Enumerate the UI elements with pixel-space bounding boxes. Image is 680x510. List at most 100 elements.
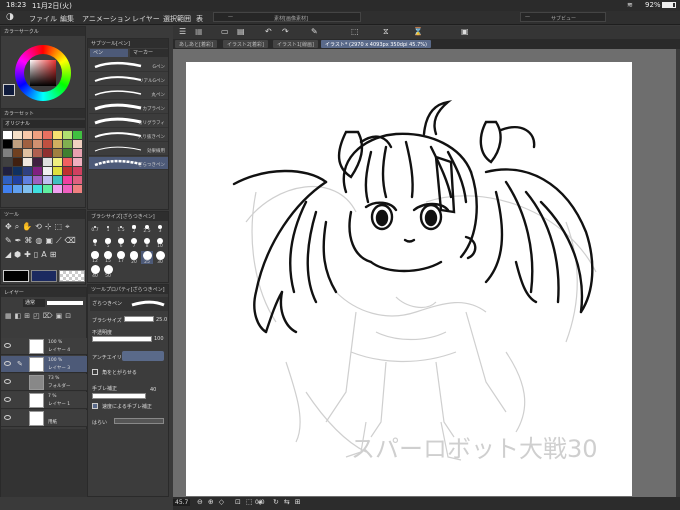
brush-size-option[interactable]: 12 xyxy=(89,251,101,264)
brush-size-option[interactable]: 25 xyxy=(141,251,153,265)
folder-icon[interactable]: ▣ xyxy=(461,27,469,36)
tool-icons-row-3[interactable]: ◢⬢✚▯A⊞ xyxy=(5,250,59,259)
eye-icon[interactable] xyxy=(4,361,11,366)
tool-icons-row-2[interactable]: ✎✒⌘◍▣⟋⌫ xyxy=(5,236,79,246)
tab-document-2[interactable]: イラスト2[着彩] xyxy=(223,40,268,48)
brush-item[interactable]: カリグラフィ xyxy=(89,115,168,128)
brush-size-option[interactable]: 0.7 xyxy=(89,223,101,236)
brush-size-option[interactable]: 6 xyxy=(115,237,127,250)
drawing-canvas[interactable]: スパーロボット大戦30 xyxy=(186,62,632,496)
brush-size-option[interactable]: 4 xyxy=(89,237,101,250)
opacity-slider[interactable] xyxy=(92,336,152,342)
menu-file[interactable]: ファイル xyxy=(29,14,57,24)
subtool-title: サブツール[ペン] xyxy=(88,39,168,48)
menu-selection[interactable]: 選択範囲 xyxy=(163,14,191,24)
color-set-dropdown[interactable]: オリジナル xyxy=(3,120,85,128)
select-icon[interactable]: ⬚ xyxy=(351,27,359,36)
rotate-controls[interactable]: ↻⇆⊞ xyxy=(273,498,306,506)
brush-item[interactable]: 入り抜きペン xyxy=(89,129,168,142)
brush-item[interactable]: リアルGペン xyxy=(89,73,168,86)
brush-item[interactable]: 丸ペン xyxy=(89,87,168,100)
eye-icon[interactable] xyxy=(4,415,11,420)
layer-panel: レイヤー 通常 ▦◧⊞◰⌦▣⊡ 100 % レイヤー 4 ✎ 100 % レイヤー 3… xyxy=(0,287,88,497)
brush-size-slider[interactable] xyxy=(124,316,154,322)
layer-folder[interactable]: 73 % フォルダー xyxy=(1,374,87,391)
brush-size-option[interactable]: 20 xyxy=(128,251,140,265)
tab-document-active[interactable]: イラスト* (2970 x 4093px 350dpi 45.7%) xyxy=(321,40,431,48)
tool-preview: ざらつきペン xyxy=(90,297,168,311)
brush-icon[interactable]: ✎ xyxy=(311,27,318,36)
eye-icon[interactable] xyxy=(4,343,11,348)
layer-paper[interactable]: 用紙 xyxy=(1,410,87,427)
redo-icon[interactable]: ↷ xyxy=(282,27,289,36)
antialias-selector[interactable] xyxy=(122,351,164,361)
brush-size-option[interactable]: 2 xyxy=(128,223,140,236)
brush-size-option[interactable]: 8 xyxy=(141,237,153,250)
brush-size-option[interactable]: 17 xyxy=(115,251,127,264)
angle-value[interactable]: 0.0 xyxy=(255,499,265,506)
layer-tool-icons[interactable]: ▦◧⊞◰⌦▣⊡ xyxy=(5,312,74,320)
taper-slider[interactable] xyxy=(114,418,164,424)
brush-size-option[interactable]: 2.5 xyxy=(141,223,153,236)
save-icon[interactable]: ▤ xyxy=(237,27,245,36)
brush-size-option[interactable]: 15 xyxy=(102,251,114,264)
brush-size-grid[interactable]: 0.7 1 1.5 2 2.5 3 4 5 6 7 8 10 12 15 17 20 25 30 40 50 xyxy=(88,222,170,282)
layer-item[interactable]: 100 % レイヤー 4 xyxy=(1,338,87,355)
brush-size-option[interactable]: 50 xyxy=(102,265,114,279)
main-drawing-color[interactable] xyxy=(3,270,29,282)
saturation-square[interactable] xyxy=(30,60,56,86)
stabilization-slider[interactable] xyxy=(92,393,146,399)
subview-window[interactable]: — サブビュー xyxy=(520,12,606,22)
tab-document-3[interactable]: イラスト1[線画] xyxy=(273,40,318,48)
speed-stab-checkbox[interactable] xyxy=(92,403,98,409)
zoom-value[interactable]: 45.7 xyxy=(173,499,191,506)
eye-icon[interactable] xyxy=(4,397,11,402)
brush-size-option[interactable]: 30 xyxy=(154,251,166,265)
menu-icon[interactable]: ☰ xyxy=(179,27,186,36)
color-swatches[interactable] xyxy=(3,131,85,195)
navigator-window[interactable]: — 素材[画像素材] xyxy=(213,12,361,22)
brush-item[interactable]: Gペン xyxy=(89,59,168,72)
eye-icon[interactable] xyxy=(4,379,11,384)
menu-edit[interactable]: 編集 xyxy=(60,14,74,24)
undo-icon[interactable]: ↶ xyxy=(265,27,272,36)
brush-size-option[interactable]: 40 xyxy=(89,265,101,279)
document-tabs: あしあと[着彩] イラスト2[着彩] イラスト1[線画] イラスト* (2970… xyxy=(173,39,680,49)
pen-icon: ✎ xyxy=(17,360,23,368)
subtool-tab-marker[interactable]: マーカー xyxy=(130,49,168,57)
layer-item-selected[interactable]: ✎ 100 % レイヤー 3 xyxy=(1,356,87,373)
layer-panel-title: レイヤー xyxy=(1,288,86,297)
sub-drawing-color[interactable] xyxy=(31,270,57,282)
brush-size-option[interactable]: 1 xyxy=(102,223,114,236)
main-color-swatch[interactable] xyxy=(3,84,15,96)
tab-document-1[interactable]: あしあと[着彩] xyxy=(175,40,217,48)
brush-item[interactable]: 効果線用 xyxy=(89,143,168,156)
zoom-controls[interactable]: ⊖⊕◇ xyxy=(197,498,229,506)
artwork-drawing: スパーロボット大戦30 xyxy=(232,100,598,463)
opacity-bar[interactable] xyxy=(47,301,83,305)
menu-view[interactable]: 表 xyxy=(196,14,203,24)
tool-icons-row-1[interactable]: ✥⌕✋⟲⊹⬚⌖ xyxy=(5,222,73,232)
subtool-tab-pen[interactable]: ペン xyxy=(90,49,128,57)
menu-layer[interactable]: レイヤー xyxy=(132,14,160,24)
brush-size-option[interactable]: 3 xyxy=(154,223,166,236)
brush-size-option[interactable]: 1.5 xyxy=(115,223,127,236)
brush-item-selected[interactable]: ざらつきペン xyxy=(89,157,168,170)
lineart-layer xyxy=(232,100,594,334)
brush-size-option[interactable]: 10 xyxy=(154,237,166,250)
menu-animation[interactable]: アニメーション xyxy=(82,14,131,24)
brush-item[interactable]: カブラペン xyxy=(89,101,168,114)
sharpen-corners-checkbox[interactable] xyxy=(92,369,98,375)
blend-mode-dropdown[interactable]: 通常 xyxy=(23,299,45,307)
new-icon[interactable]: ▭ xyxy=(221,27,229,36)
layer-item[interactable]: 7 % レイヤー 1 xyxy=(1,392,87,409)
brush-size-option[interactable]: 7 xyxy=(128,237,140,250)
canvas-toolbar: ☰ ▦ ▭ ▤ ↶ ↷ ✎ ⬚ ⧖ ⌛ ▣ xyxy=(173,26,680,39)
brush-size-option[interactable]: 5 xyxy=(102,237,114,250)
fill-icon[interactable]: ⧖ xyxy=(383,27,389,37)
hue-ring[interactable] xyxy=(15,45,71,101)
transparent-color[interactable] xyxy=(59,270,85,282)
grid-icon[interactable]: ▦ xyxy=(195,27,203,36)
hourglass-icon[interactable]: ⌛ xyxy=(413,27,423,36)
app-logo-icon[interactable]: ◑ xyxy=(6,12,14,22)
